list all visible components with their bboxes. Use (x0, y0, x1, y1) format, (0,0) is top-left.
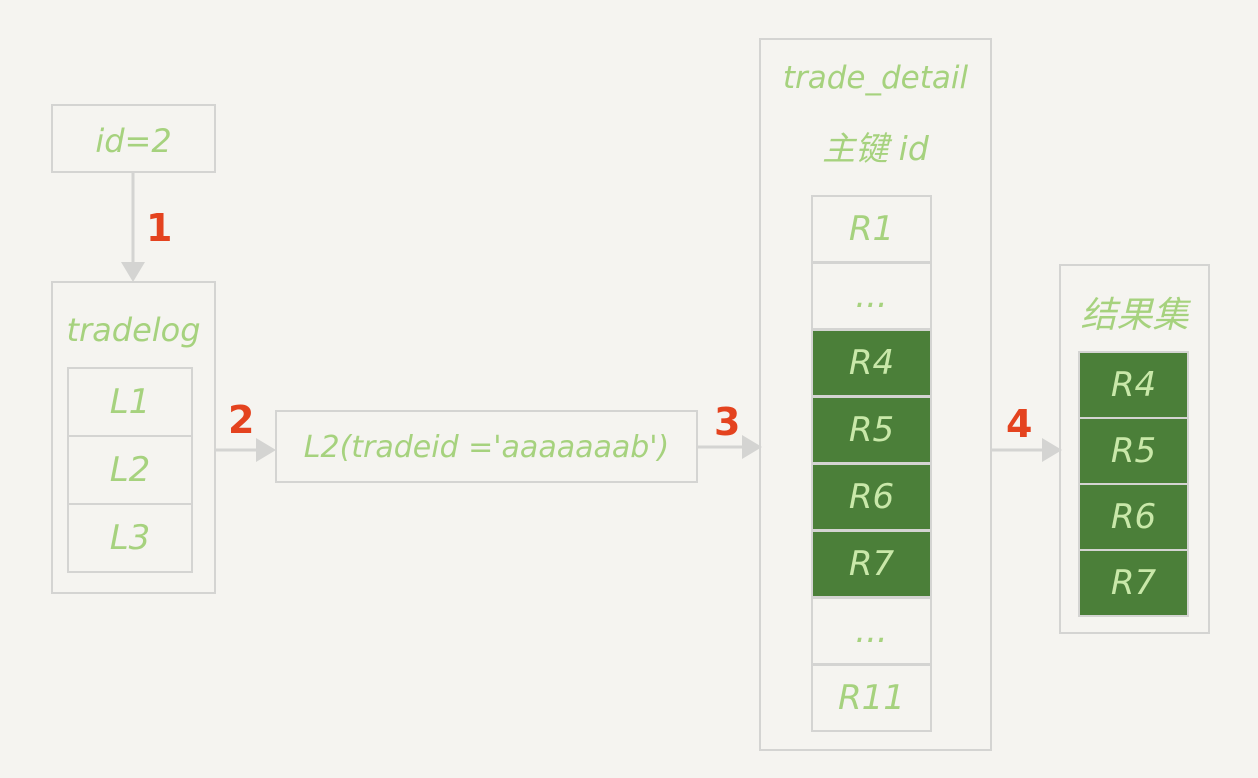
lookup-box: L2(tradeid ='aaaaaaab') (275, 410, 698, 483)
trade-detail-row: R4 (811, 329, 932, 397)
tradelog-row: L3 (67, 503, 193, 573)
tradelog-row: L2 (67, 435, 193, 505)
result-row: R5 (1078, 417, 1189, 485)
trade-detail-subtitle: 主键 id (822, 129, 929, 168)
result-row: R4 (1078, 351, 1189, 419)
trade-detail-row: R6 (811, 463, 932, 531)
trade-detail-ellipsis-row: ... (811, 597, 932, 665)
trade-detail-title: trade_detail (782, 60, 969, 96)
arrow-1-head (121, 262, 145, 282)
step-number-1: 1 (146, 206, 173, 250)
arrow-2-head (256, 438, 276, 462)
result-title: 结果集 (1080, 295, 1189, 336)
result-row: R7 (1078, 549, 1189, 617)
start-label: id=2 (95, 122, 172, 160)
trade-detail-ellipsis-row: ... (811, 262, 932, 330)
step-number-2: 2 (228, 398, 255, 442)
trade-detail-row: R5 (811, 396, 932, 464)
trade-detail-row: R1 (811, 195, 932, 263)
result-row: R6 (1078, 483, 1189, 551)
start-box: id=2 (51, 104, 216, 173)
step-number-3: 3 (714, 400, 741, 444)
lookup-label: L2(tradeid ='aaaaaaab') (303, 430, 670, 465)
step-number-4: 4 (1006, 402, 1033, 446)
tradelog-row: L1 (67, 367, 193, 437)
trade-detail-row: R7 (811, 530, 932, 598)
trade-detail-row: R11 (811, 664, 932, 732)
tradelog-title: tradelog (66, 311, 201, 349)
